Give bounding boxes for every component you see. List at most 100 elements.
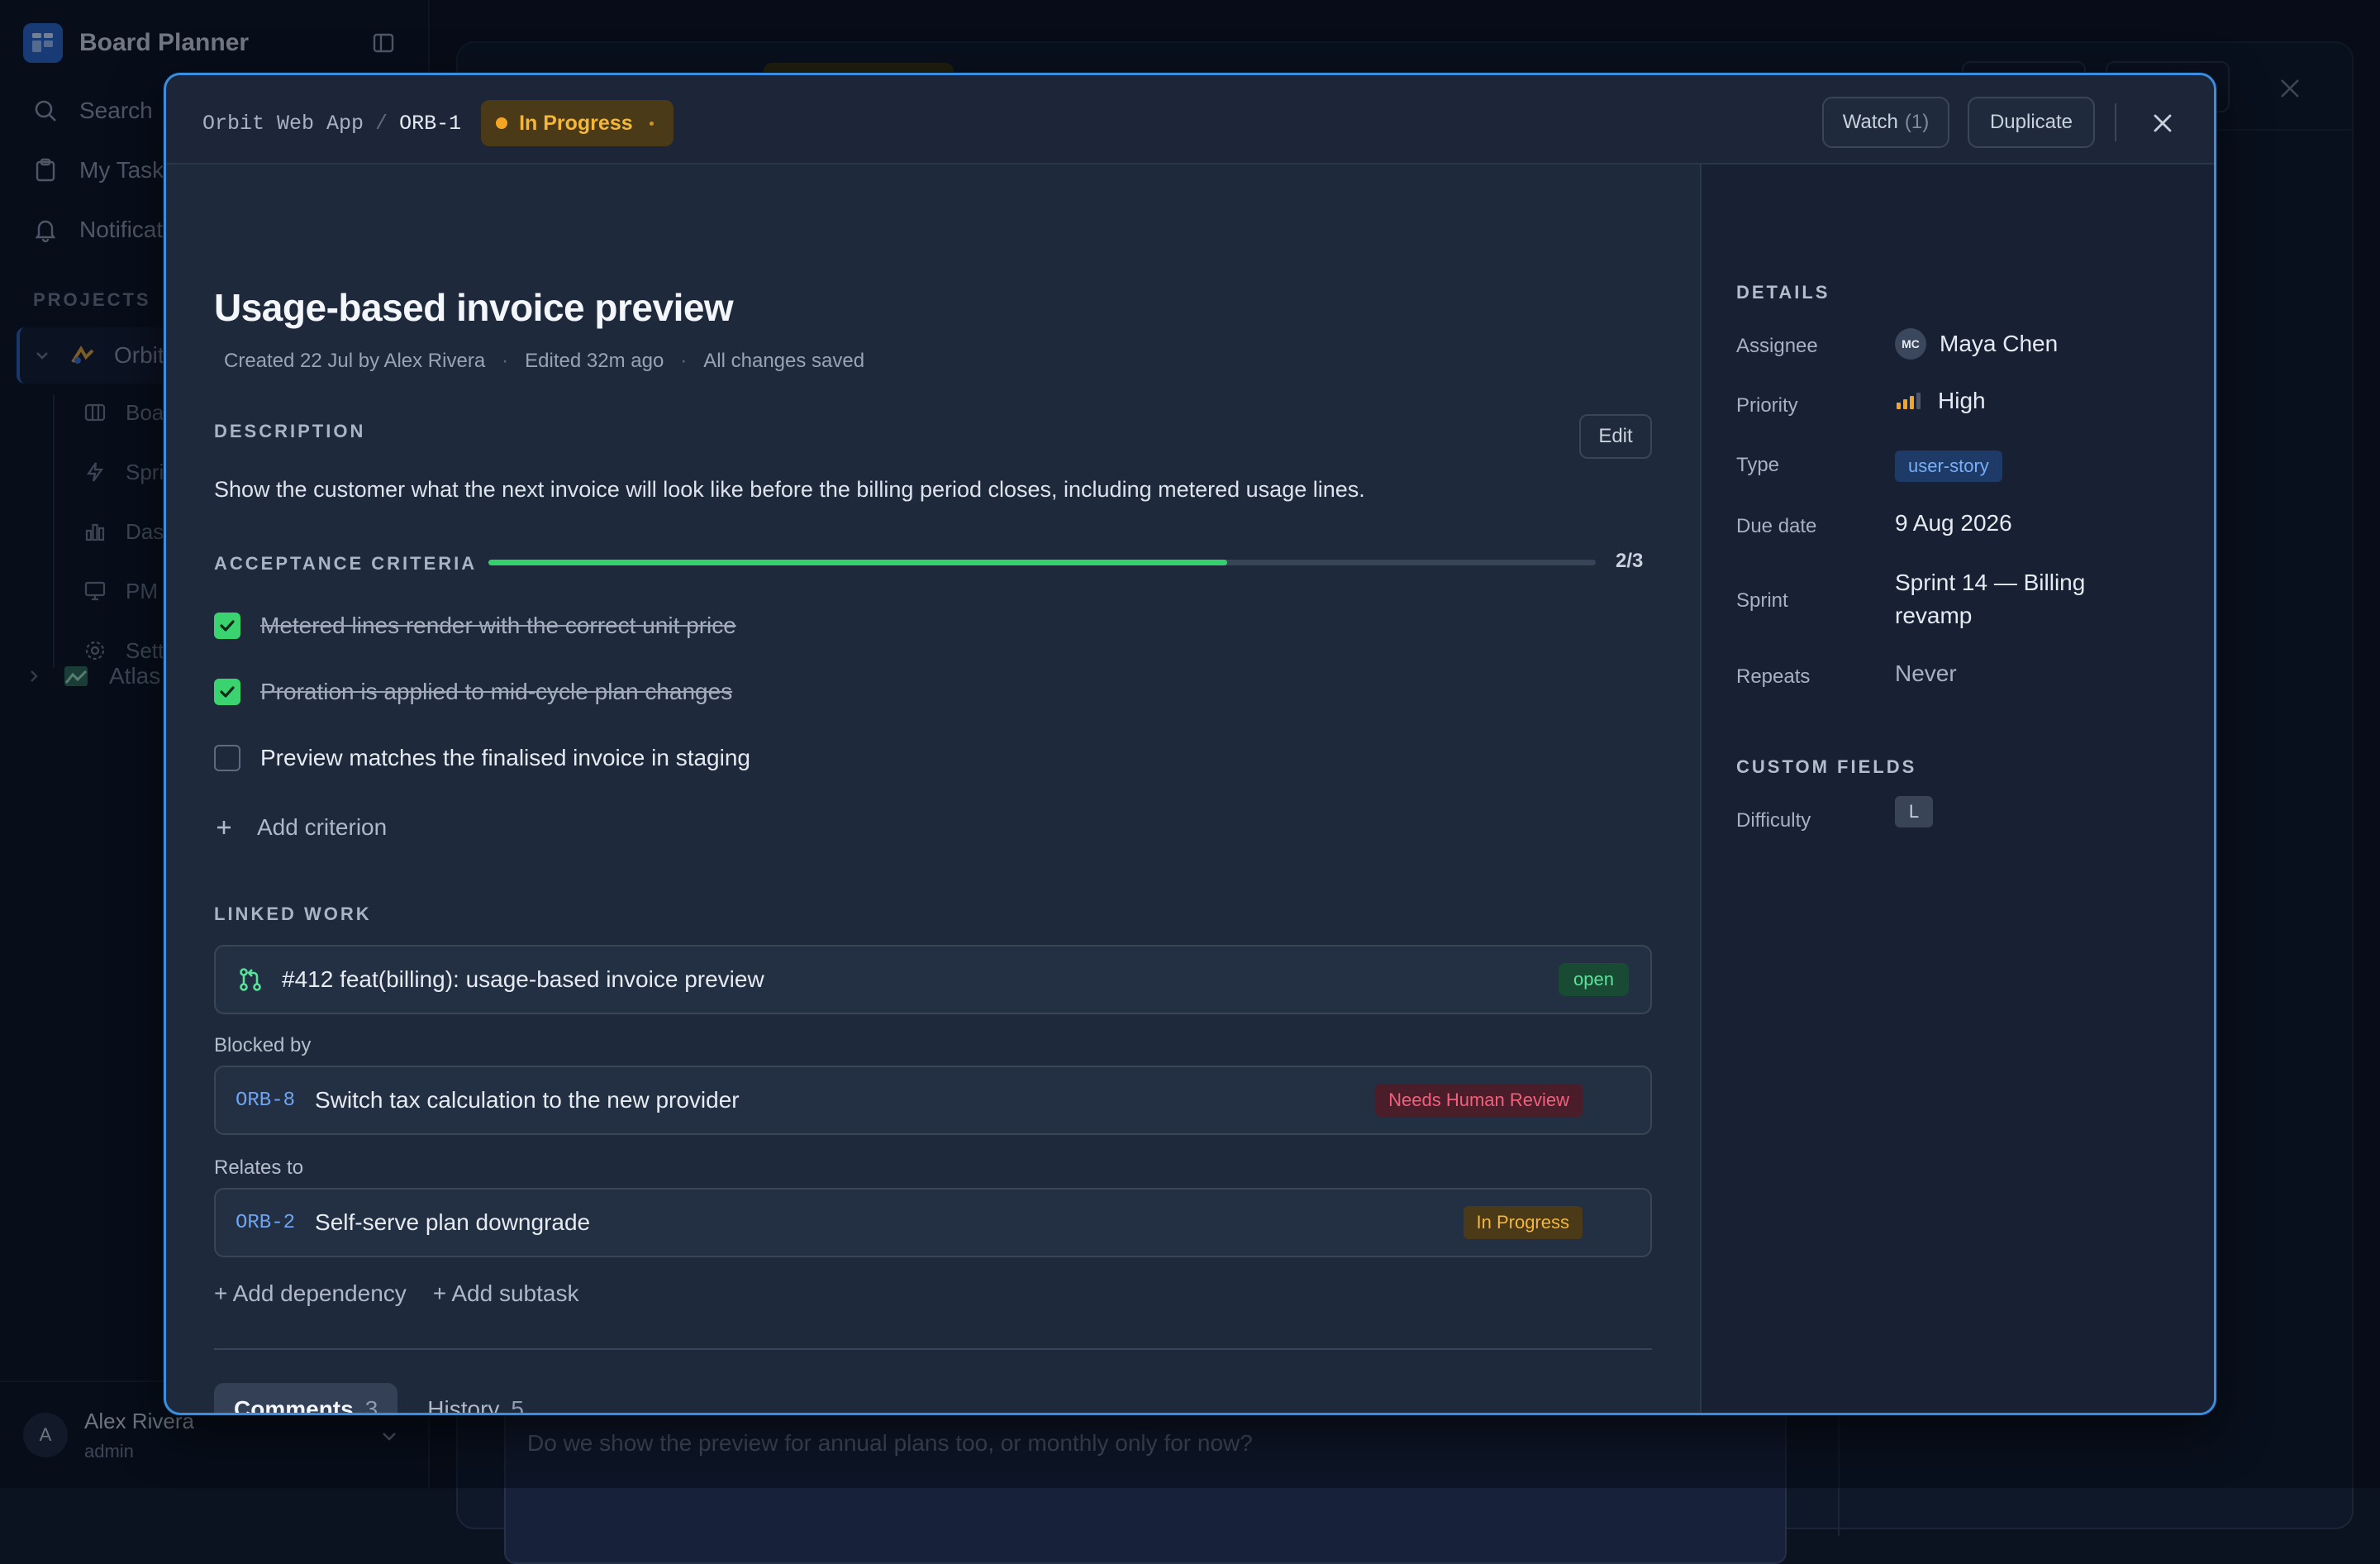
modal-header: Orbit Web App / ORB-1 In Progress Watch … xyxy=(166,75,2214,165)
check-icon xyxy=(220,620,235,632)
criterion-text: Preview matches the finalised invoice in… xyxy=(260,745,750,770)
watch-label: Watch xyxy=(1842,111,1898,133)
blocked-by-label: Blocked by xyxy=(214,1034,312,1056)
assignee-field[interactable]: MC Maya Chen xyxy=(1895,328,2058,360)
blocked-by-issue[interactable]: ORB-8 Switch tax calculation to the new … xyxy=(214,1066,1652,1135)
issue-title[interactable]: Usage-based invoice preview xyxy=(214,285,734,330)
repeats-field[interactable]: Never xyxy=(1895,660,1957,687)
section-divider xyxy=(214,1348,1652,1350)
dependency-title: Self-serve plan downgrade xyxy=(315,1209,591,1235)
priority-bar xyxy=(1903,399,1907,409)
add-dependency-button[interactable]: + Add dependency xyxy=(214,1280,407,1307)
linked-pull-request[interactable]: #412 feat(billing): usage-based invoice … xyxy=(214,945,1652,1014)
plus-icon xyxy=(217,821,231,834)
meta-created: Created 22 Jul by Alex Rivera xyxy=(224,350,486,372)
tab-history[interactable]: History 5 xyxy=(407,1383,544,1415)
breadcrumb-project[interactable]: Orbit Web App xyxy=(202,112,364,136)
details-heading: DETAILS xyxy=(1736,282,1830,303)
criteria-progress-bar xyxy=(488,560,1596,565)
tab-label: History xyxy=(427,1396,500,1415)
priority-label: Priority xyxy=(1736,394,1798,417)
edit-description-button[interactable]: Edit xyxy=(1579,414,1652,459)
sprint-field[interactable]: Sprint 14 — Billing revamp xyxy=(1895,570,2085,629)
sprint-value: Sprint 14 — Billing xyxy=(1895,570,2086,595)
status-label: In Progress xyxy=(519,111,633,135)
meta-edited: Edited 32m ago xyxy=(525,350,664,372)
custom-fields-heading: CUSTOM FIELDS xyxy=(1736,756,1917,777)
watch-button[interactable]: Watch (1) xyxy=(1822,97,1949,148)
pull-request-status-badge: open xyxy=(1559,963,1629,996)
type-label: Type xyxy=(1736,454,1780,476)
due-date-label: Due date xyxy=(1736,515,1817,537)
issue-main: Usage-based invoice preview Created 22 J… xyxy=(166,165,1700,1415)
activity-tabs: Comments 3 History 5 xyxy=(214,1383,544,1415)
dependency-id: ORB-2 xyxy=(236,1211,296,1234)
add-subtask-button[interactable]: + Add subtask xyxy=(433,1280,579,1307)
criterion-text: Metered lines render with the correct un… xyxy=(260,613,736,638)
close-icon xyxy=(2154,114,2172,132)
meta-separator: · xyxy=(680,350,688,372)
duplicate-button[interactable]: Duplicate xyxy=(1968,97,2095,148)
status-dropdown[interactable]: In Progress xyxy=(481,100,674,146)
checkbox[interactable] xyxy=(214,613,240,639)
acceptance-criteria-heading: ACCEPTANCE CRITERIA xyxy=(214,553,478,574)
type-field[interactable]: user-story xyxy=(1895,451,2002,482)
criterion-item[interactable]: Proration is applied to mid-cycle plan c… xyxy=(214,679,732,705)
pull-request-title: #412 feat(billing): usage-based invoice … xyxy=(282,966,764,992)
criterion-item[interactable]: Preview matches the finalised invoice in… xyxy=(214,745,750,771)
caret-icon xyxy=(649,121,654,126)
issue-modal: Orbit Web App / ORB-1 In Progress Watch … xyxy=(164,73,2216,1415)
header-divider xyxy=(2115,103,2116,141)
pull-request-icon xyxy=(240,968,261,991)
status-dot-icon xyxy=(496,117,508,129)
breadcrumb-separator: / xyxy=(375,111,388,136)
relates-to-issue[interactable]: ORB-2 Self-serve plan downgrade In Progr… xyxy=(214,1188,1652,1257)
check-icon xyxy=(220,686,235,698)
difficulty-label: Difficulty xyxy=(1736,809,1811,832)
priority-bar xyxy=(1916,393,1921,409)
assignee-label: Assignee xyxy=(1736,335,1818,357)
sprint-label: Sprint xyxy=(1736,589,1788,612)
tab-comments[interactable]: Comments 3 xyxy=(214,1383,398,1415)
dependency-title: Switch tax calculation to the new provid… xyxy=(315,1087,740,1113)
details-pane: DETAILS Assignee MC Maya Chen Priority H… xyxy=(1700,165,2214,1413)
due-date-field[interactable]: 9 Aug 2026 xyxy=(1895,510,2012,536)
priority-bar xyxy=(1897,403,1901,409)
issue-meta: Created 22 Jul by Alex Rivera · Edited 3… xyxy=(224,350,864,373)
avatar: MC xyxy=(1895,328,1926,360)
checkbox[interactable] xyxy=(214,745,240,771)
criteria-progress-fill xyxy=(488,560,1227,565)
sprint-value-cont: revamp xyxy=(1895,603,1973,628)
dependency-id: ORB-8 xyxy=(236,1089,296,1112)
add-criterion-label: Add criterion xyxy=(257,814,388,840)
tab-count: 3 xyxy=(364,1396,378,1415)
criterion-item[interactable]: Metered lines render with the correct un… xyxy=(214,613,736,639)
tab-count: 5 xyxy=(511,1396,524,1415)
criterion-text: Proration is applied to mid-cycle plan c… xyxy=(260,679,733,704)
meta-saved: All changes saved xyxy=(703,350,865,372)
repeats-label: Repeats xyxy=(1736,665,1811,688)
add-criterion-button[interactable]: Add criterion xyxy=(214,814,387,841)
description-heading: DESCRIPTION xyxy=(214,421,366,441)
checkbox[interactable] xyxy=(214,679,240,705)
assignee-name: Maya Chen xyxy=(1940,331,2059,356)
status-badge: In Progress xyxy=(1463,1206,1583,1239)
tab-label: Comments xyxy=(234,1396,354,1415)
breadcrumb-issue-id[interactable]: ORB-1 xyxy=(399,112,461,136)
description-text: Show the customer what the next invoice … xyxy=(214,477,1365,502)
close-button[interactable] xyxy=(2140,100,2186,146)
priority-field[interactable]: High xyxy=(1895,388,1986,414)
meta-separator: · xyxy=(502,350,509,372)
difficulty-tag: L xyxy=(1895,796,1933,827)
add-links: + Add dependency + Add subtask xyxy=(214,1280,578,1307)
criteria-progress-count: 2/3 xyxy=(1616,550,1644,572)
watch-count: (1) xyxy=(1904,111,1930,133)
type-tag: user-story xyxy=(1895,451,2002,482)
priority-bars-icon xyxy=(1897,393,1921,409)
status-badge: Needs Human Review xyxy=(1375,1084,1583,1117)
linked-work-heading: LINKED WORK xyxy=(214,904,372,924)
priority-value: High xyxy=(1938,388,1986,413)
difficulty-field[interactable]: L xyxy=(1895,796,1933,827)
relates-to-label: Relates to xyxy=(214,1156,304,1179)
breadcrumb: Orbit Web App / ORB-1 In Progress xyxy=(202,100,674,146)
